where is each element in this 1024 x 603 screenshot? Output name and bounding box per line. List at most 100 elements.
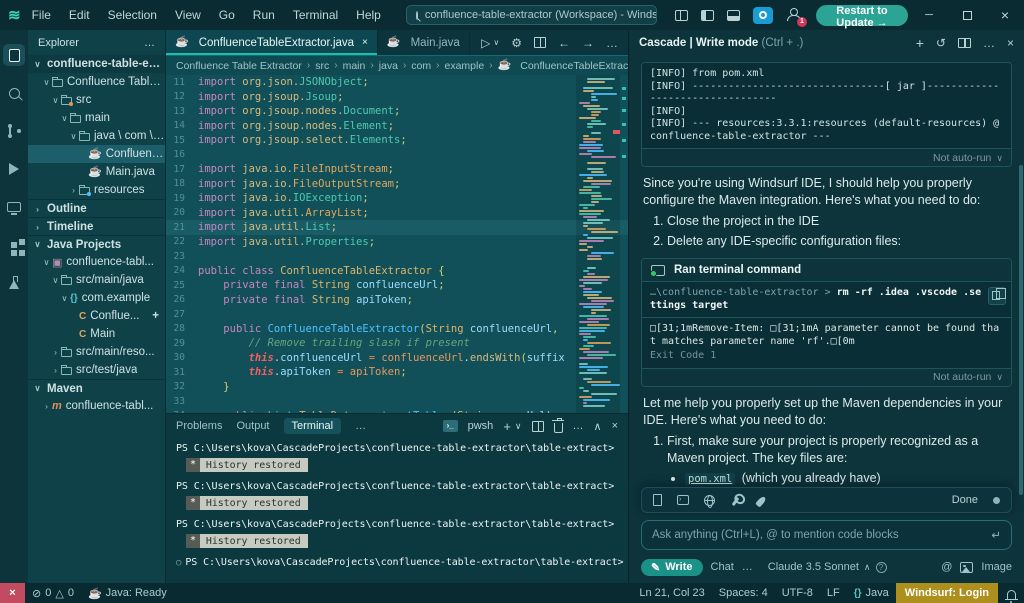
code-line[interactable]: 34 public List<TableData> extractTables(… — [166, 409, 628, 414]
more-actions-icon[interactable]: … — [355, 420, 366, 432]
done-label[interactable]: Done — [952, 494, 978, 506]
editor-tab[interactable]: ConfluenceTableExtractor.java × — [166, 30, 378, 55]
editor-scrollbar[interactable] — [620, 75, 628, 413]
chat-input[interactable]: Ask anything (Ctrl+L), @ to mention code… — [641, 520, 1012, 550]
sidebar-item-extensions[interactable] — [0, 226, 28, 264]
remote-indicator[interactable]: × — [0, 583, 25, 603]
menu-item[interactable]: View — [166, 8, 210, 22]
code-line[interactable]: 24 public class ConfluenceTableExtractor… — [166, 264, 628, 279]
more-actions-icon[interactable]: … — [573, 420, 584, 432]
terminal-output-block[interactable]: [INFO] from pom.xml[INFO] --------------… — [642, 63, 1011, 148]
tree-item[interactable]: ∨ src/main/java — [28, 271, 165, 289]
chat-mode-button[interactable]: Chat — [711, 561, 734, 573]
tree-item[interactable]: › confluence-tabl... — [28, 397, 165, 415]
tools-icon[interactable] — [732, 497, 740, 506]
breadcrumb-item[interactable]: example — [444, 60, 484, 72]
minimap[interactable] — [576, 75, 620, 413]
code-line[interactable]: 29 // Remove trailing slash if present — [166, 336, 628, 351]
menu-item[interactable]: Go — [210, 8, 244, 22]
breadcrumb-item[interactable]: Confluence Table Extractor — [176, 60, 302, 72]
tree-item[interactable]: ConfluenceT... — [28, 145, 165, 163]
settings-gear-icon[interactable]: ⚙ — [511, 36, 522, 50]
panel-tab[interactable]: Terminal — [284, 418, 342, 434]
sidebar-item-explorer[interactable] — [0, 36, 28, 74]
code-link[interactable]: pom.xml — [685, 473, 735, 485]
menu-item[interactable]: Help — [347, 8, 390, 22]
chevron-down-icon[interactable] — [996, 152, 1003, 164]
account-button[interactable]: 1 — [786, 8, 802, 23]
copy-icon[interactable] — [988, 287, 1006, 305]
code-line[interactable]: 32 } — [166, 380, 628, 395]
image-label[interactable]: Image — [981, 561, 1012, 573]
write-mode-button[interactable]: ✎Write — [641, 559, 703, 576]
windsurf-login-button[interactable]: Windsurf: Login — [896, 583, 998, 603]
code-line[interactable]: 16 — [166, 148, 628, 163]
code-line[interactable]: 20 import java.util.ArrayList; — [166, 206, 628, 221]
command-center-search[interactable]: confluence-table-extractor (Workspace) -… — [406, 5, 657, 25]
close-button[interactable]: × — [986, 0, 1024, 30]
sidebar-item-run-debug[interactable] — [0, 150, 28, 188]
tree-item[interactable]: ∨ com.example — [28, 289, 165, 307]
maximize-panel-icon[interactable]: ∧ — [594, 420, 602, 433]
more-actions-icon[interactable]: … — [983, 36, 995, 50]
more-actions-icon[interactable]: … — [606, 36, 618, 50]
run-dropdown-icon[interactable]: ∨ — [493, 38, 499, 47]
tree-item[interactable]: Main.java — [28, 163, 165, 181]
sidebar-item-testing[interactable] — [0, 264, 28, 302]
tree-item[interactable]: Main — [28, 325, 165, 343]
customize-layout-icon[interactable] — [675, 10, 688, 21]
restart-to-update-button[interactable]: Restart to Update → — [816, 5, 908, 26]
problems-status[interactable]: ⊘0 △0 — [25, 583, 81, 603]
editor-tab[interactable]: Main.java — [378, 30, 470, 55]
run-button[interactable]: ▷ — [481, 36, 490, 50]
close-tab-icon[interactable]: × — [362, 37, 368, 48]
tree-item[interactable]: ∨ Confluence Table ... — [28, 73, 165, 91]
browser-icon[interactable] — [704, 495, 715, 506]
split-editor-icon[interactable] — [534, 37, 546, 48]
breadcrumb-item[interactable]: src — [315, 60, 329, 72]
encoding[interactable]: UTF-8 — [775, 583, 820, 603]
code-line[interactable]: 22 import java.util.Properties; — [166, 235, 628, 250]
tree-item[interactable]: › src/main/reso... — [28, 343, 165, 361]
shell-label[interactable]: pwsh — [468, 420, 494, 432]
panel-tab[interactable]: Output — [236, 420, 269, 432]
tree-item[interactable]: ∨ java \ com \ ex... — [28, 127, 165, 145]
history-icon[interactable]: ↺ — [936, 36, 946, 50]
model-selector[interactable]: Claude 3.5 Sonnet ∧ ? — [768, 561, 887, 573]
code-line[interactable]: 27 — [166, 307, 628, 322]
tree-item[interactable]: Conflue... + — [28, 307, 165, 325]
code-line[interactable]: 28 public ConfluenceTableExtractor(Strin… — [166, 322, 628, 337]
tree-item[interactable]: ∨ main — [28, 109, 165, 127]
tree-item[interactable]: ∨ confluence-tabl... — [28, 253, 165, 271]
cascade-conversation[interactable]: [INFO] from pom.xml[INFO] --------------… — [629, 56, 1024, 487]
tree-item[interactable]: › src/test/java — [28, 361, 165, 379]
code-line[interactable]: 19 import java.io.IOException; — [166, 191, 628, 206]
code-line[interactable]: 26 private final String apiToken; — [166, 293, 628, 308]
code-line[interactable]: 18 import java.io.FileOutputStream; — [166, 177, 628, 192]
minimize-button[interactable]: ─ — [910, 0, 948, 30]
code-line[interactable]: 15 import org.jsoup.select.Elements; — [166, 133, 628, 148]
file-icon[interactable] — [653, 494, 662, 506]
chevron-down-icon[interactable] — [996, 371, 1003, 383]
kill-terminal-icon[interactable] — [554, 423, 563, 433]
code-line[interactable]: 23 — [166, 249, 628, 264]
tree-item[interactable]: ∨ Java Projects — [28, 235, 165, 253]
panel-tab[interactable]: Problems — [176, 420, 222, 432]
mention-icon[interactable]: @ — [941, 561, 952, 573]
cascade-scrollbar[interactable] — [1019, 165, 1023, 495]
tree-item[interactable]: › resources — [28, 181, 165, 199]
open-docs-icon[interactable] — [958, 38, 971, 48]
code-line[interactable]: 12 import org.jsoup.Jsoup; — [166, 90, 628, 105]
more-modes-icon[interactable]: … — [742, 561, 754, 573]
eol[interactable]: LF — [820, 583, 847, 603]
code-line[interactable]: 31 this.apiToken = apiToken; — [166, 365, 628, 380]
tree-item[interactable]: ∨ src — [28, 91, 165, 109]
toggle-sidebar-icon[interactable] — [701, 10, 714, 21]
new-file-icon[interactable]: + — [152, 310, 165, 322]
navigate-back-icon[interactable]: ← — [558, 36, 570, 50]
code-line[interactable]: 21 import java.util.List; — [166, 220, 628, 235]
menu-item[interactable]: Run — [244, 8, 284, 22]
navigate-forward-icon[interactable]: → — [582, 36, 594, 50]
menu-item[interactable]: File — [23, 8, 60, 22]
tree-item[interactable]: › Timeline — [28, 217, 165, 235]
